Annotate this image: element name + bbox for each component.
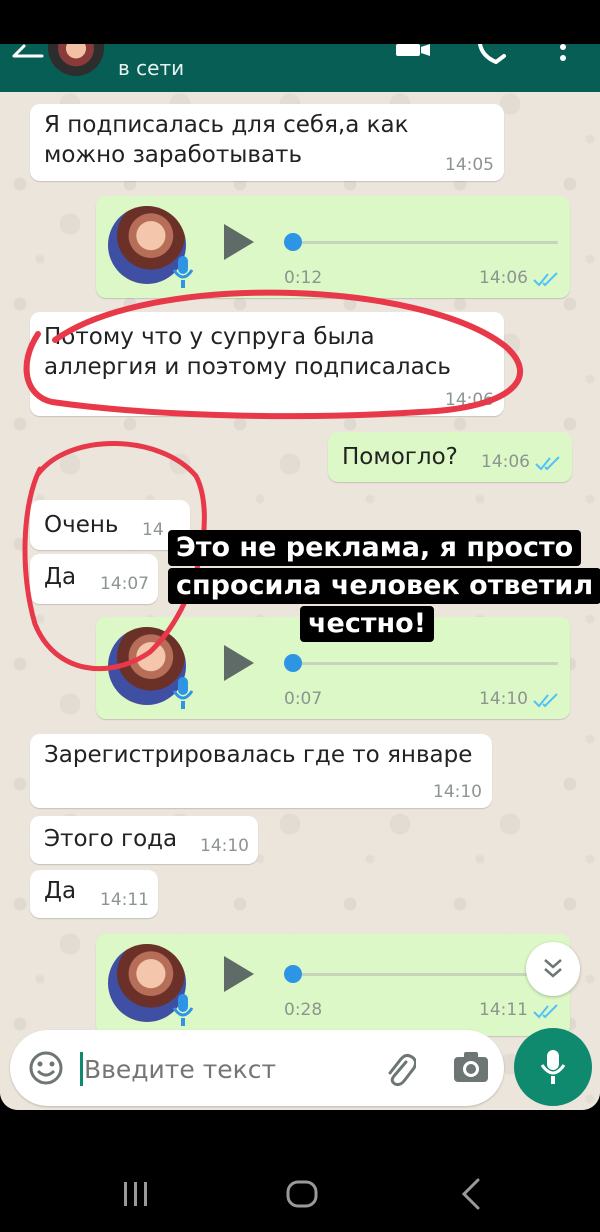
message-input[interactable] xyxy=(82,1050,366,1088)
paperclip-icon[interactable] xyxy=(380,1048,416,1088)
camera-icon[interactable] xyxy=(452,1050,490,1084)
caption-line: честно! xyxy=(300,606,435,642)
recents-icon[interactable] xyxy=(122,1182,150,1206)
caption-line: Это не реклама, я просто xyxy=(168,530,582,566)
emoji-icon[interactable] xyxy=(28,1050,64,1086)
back-icon[interactable] xyxy=(460,1178,482,1210)
system-nav-bar xyxy=(0,1110,600,1232)
microphone-icon xyxy=(540,1050,566,1084)
caption-line: спросила человек ответил xyxy=(168,568,600,604)
caption-overlay: Это не реклама, я просто спросила челове… xyxy=(168,530,600,648)
home-icon[interactable] xyxy=(286,1180,318,1208)
chat-window: в сети Я подписалась для себя,а как можн… xyxy=(0,44,600,1110)
message-composer xyxy=(10,1030,504,1106)
voice-record-button[interactable] xyxy=(514,1028,592,1106)
